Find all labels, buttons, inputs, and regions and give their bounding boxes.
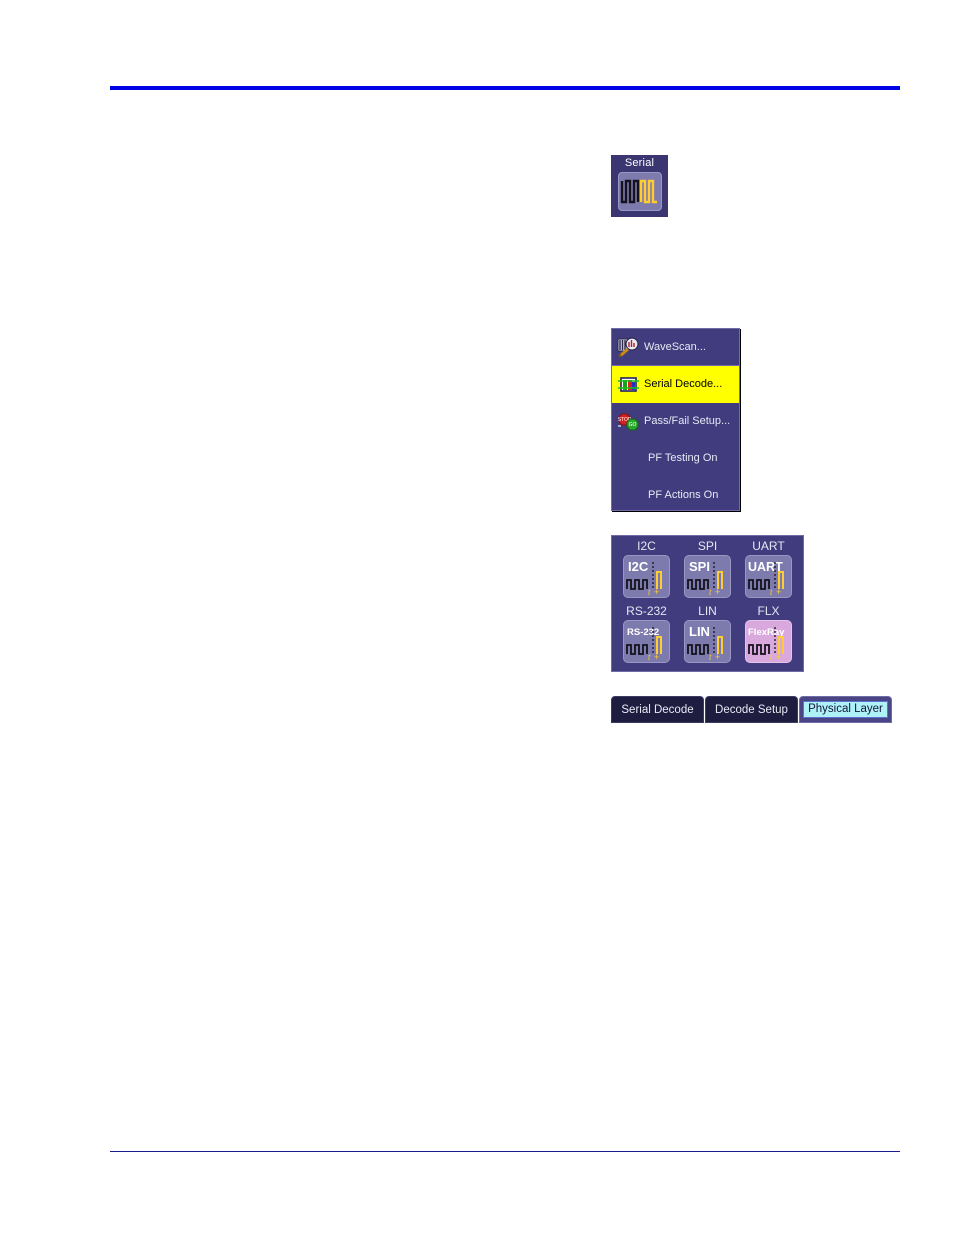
menu-item-pf-testing-on[interactable]: PF Testing On xyxy=(612,440,739,477)
svg-text:+: + xyxy=(715,652,720,662)
menu-item-pf-actions-on[interactable]: PF Actions On xyxy=(612,477,739,514)
protocol-caption: I2C xyxy=(637,539,656,553)
protocol-button-flexray[interactable]: FlexRay t + xyxy=(745,619,792,663)
protocol-caption: LIN xyxy=(698,603,717,618)
svg-text:t: t xyxy=(648,588,651,597)
svg-text:+: + xyxy=(654,652,659,662)
serial-decode-tabbar: Serial Decode Decode Setup Physical Laye… xyxy=(611,696,892,723)
protocol-cell-lin: LIN LIN t + xyxy=(677,604,738,669)
svg-text:t: t xyxy=(709,588,712,597)
protocol-button-icon: FlexRay t + xyxy=(748,626,785,662)
protocol-cell-spi: SPI SPI t + xyxy=(677,539,738,604)
menu-item-wavescan[interactable]: WaveScan... xyxy=(612,329,739,366)
page-header-rule xyxy=(110,86,900,90)
tab-label: Physical Layer xyxy=(803,701,888,718)
protocol-button-spi[interactable]: SPI t + xyxy=(684,555,731,598)
svg-text:UART: UART xyxy=(748,560,783,574)
protocol-button-icon: UART t + xyxy=(748,560,784,597)
svg-text:t: t xyxy=(770,588,773,597)
protocol-caption: UART xyxy=(752,539,785,553)
protocol-button-lin[interactable]: LIN t + xyxy=(684,619,731,663)
menu-item-label: Serial Decode... xyxy=(644,378,723,390)
protocol-button-rs232[interactable]: RS-232 t + xyxy=(623,619,670,663)
protocol-cell-flexray: FLX FlexRay t + xyxy=(738,604,799,669)
protocol-button-uart[interactable]: UART t + xyxy=(745,555,792,598)
svg-text:t: t xyxy=(770,653,773,662)
serial-toolbar-button-panel: Serial xyxy=(611,155,668,217)
svg-text:+: + xyxy=(776,652,781,662)
menu-item-label: PF Actions On xyxy=(648,489,719,501)
protocol-cell-uart: UART UART t + xyxy=(738,539,799,604)
svg-text:+: + xyxy=(715,587,720,597)
wavescan-icon xyxy=(616,336,642,358)
tab-label: Decode Setup xyxy=(715,703,788,716)
svg-text:t: t xyxy=(709,653,712,662)
menu-item-label: WaveScan... xyxy=(644,340,706,353)
svg-text:GO: GO xyxy=(629,422,637,428)
protocol-button-icon: SPI t + xyxy=(687,559,723,597)
svg-text:I2C: I2C xyxy=(628,559,649,574)
svg-text:t: t xyxy=(648,653,651,662)
protocol-button-icon: RS-232 t + xyxy=(626,626,662,662)
protocol-caption: FLX xyxy=(757,603,780,618)
serial-button-caption: Serial xyxy=(624,157,655,169)
analysis-dropdown-menu[interactable]: WaveScan... Serial Decode... STOP GO Pas… xyxy=(611,328,740,511)
protocol-cell-rs232: RS-232 RS-232 t + xyxy=(616,604,677,669)
serial-waveform-icon xyxy=(620,179,657,204)
menu-item-label: Pass/Fail Setup... xyxy=(644,415,731,427)
svg-text:+: + xyxy=(654,587,659,597)
protocol-cell-i2c: I2C I2C t + xyxy=(616,539,677,604)
serial-decode-icon xyxy=(616,374,642,396)
menu-item-pass-fail-setup[interactable]: STOP GO Pass/Fail Setup... xyxy=(612,403,739,440)
protocol-button-icon: LIN t + xyxy=(687,624,723,662)
svg-text:SPI: SPI xyxy=(689,559,710,574)
tab-decode-setup[interactable]: Decode Setup xyxy=(705,696,798,723)
protocol-caption: SPI xyxy=(697,539,718,553)
tab-physical-layer[interactable]: Physical Layer xyxy=(799,696,892,723)
svg-text:LIN: LIN xyxy=(689,624,710,639)
menu-item-label: PF Testing On xyxy=(648,452,718,464)
protocol-button-i2c[interactable]: I2C t + xyxy=(623,555,670,598)
svg-text:RS-232: RS-232 xyxy=(627,627,659,638)
serial-button[interactable] xyxy=(618,172,662,211)
tab-serial-decode[interactable]: Serial Decode xyxy=(611,696,704,723)
pass-fail-icon: STOP GO xyxy=(616,411,642,433)
menu-item-serial-decode[interactable]: Serial Decode... xyxy=(612,366,739,403)
tab-label: Serial Decode xyxy=(621,703,694,716)
protocol-caption: RS-232 xyxy=(626,603,667,618)
protocol-button-icon: I2C t + xyxy=(626,559,662,597)
svg-text:+: + xyxy=(776,587,781,597)
page-footer-rule xyxy=(110,1151,900,1152)
serial-protocol-selector-panel: I2C I2C t + SPI SPI t + UART UART t + RS… xyxy=(611,535,804,672)
